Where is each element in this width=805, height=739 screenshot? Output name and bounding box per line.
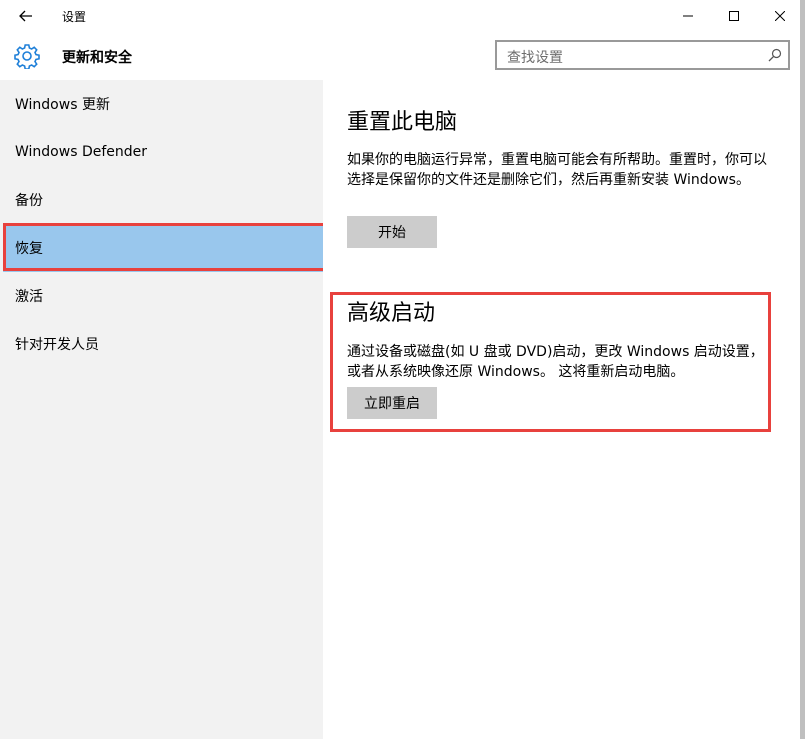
sidebar-item-label: 针对开发人员 [15,337,99,353]
advanced-startup-title: 高级启动 [347,301,436,326]
window-title: 设置 [62,10,87,24]
sidebar-item-backup[interactable]: 备份 [3,176,326,224]
sidebar-item-for-developers[interactable]: 针对开发人员 [3,320,326,368]
sidebar-item-label: 备份 [15,193,43,209]
sidebar-item-activation[interactable]: 激活 [3,272,326,320]
search-icon[interactable] [768,48,782,62]
maximize-button[interactable] [711,0,757,32]
title-bar: 设置 [0,0,800,32]
back-arrow-icon [19,10,32,22]
search-placeholder: 查找设置 [507,50,563,66]
advanced-startup-description: 通过设备或磁盘(如 U 盘或 DVD)启动，更改 Windows 启动设置，或者… [347,344,764,380]
minimize-button[interactable] [665,0,711,32]
restart-now-button[interactable]: 立即重启 [347,387,437,419]
reset-pc-description: 如果你的电脑运行异常，重置电脑可能会有所帮助。重置时，你可以选择是保留你的文件还… [347,152,767,188]
back-button[interactable] [0,0,52,32]
close-button[interactable] [757,0,803,32]
get-started-button[interactable]: 开始 [347,216,437,248]
gear-icon [14,44,40,69]
sidebar-item-label: Windows 更新 [15,97,110,113]
reset-pc-title: 重置此电脑 [347,110,458,135]
recovery-highlight-box [3,223,327,271]
settings-header: 更新和安全 查找设置 [0,32,800,80]
sidebar: Windows 更新 Windows Defender 备份 恢复 激活 针对开… [0,80,327,739]
search-input[interactable]: 查找设置 [495,40,790,70]
sidebar-item-label: Windows Defender [15,144,148,160]
sidebar-item-windows-update[interactable]: Windows 更新 [3,80,326,128]
maximize-icon [729,11,739,21]
section-title: 更新和安全 [62,50,132,66]
close-icon [775,11,785,21]
sidebar-item-label: 激活 [15,289,43,305]
window-right-edge [800,0,805,739]
sidebar-item-windows-defender[interactable]: Windows Defender [3,128,326,176]
main-content: 重置此电脑 如果你的电脑运行异常，重置电脑可能会有所帮助。重置时，你可以选择是保… [323,80,800,739]
minimize-icon [683,15,693,17]
